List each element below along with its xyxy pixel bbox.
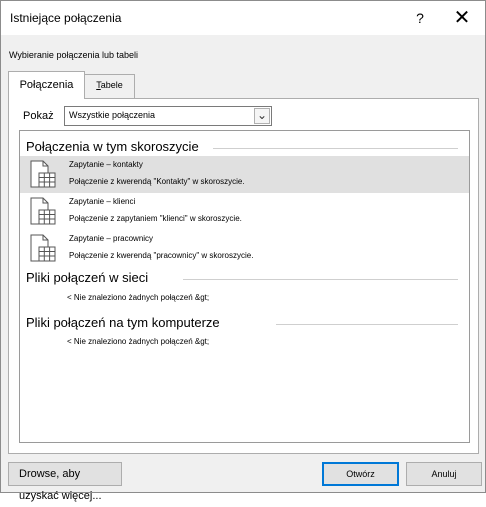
item-name: Zapytanie – klienci bbox=[69, 197, 136, 206]
show-dropdown[interactable]: Wszystkie połączenia ⌄ bbox=[64, 106, 272, 126]
window-title: Istniejące połączenia bbox=[10, 11, 122, 25]
show-label: Pokaż bbox=[23, 110, 54, 122]
table-connection-icon bbox=[30, 160, 56, 188]
connections-list[interactable]: Połączenia w tym skoroszycie Zapytanie –… bbox=[19, 130, 470, 443]
item-name: Zapytanie – pracownicy bbox=[69, 234, 154, 243]
tab-tables-label: abele bbox=[100, 80, 123, 90]
close-button[interactable]: ✕ bbox=[445, 6, 479, 30]
connections-panel: Pokaż Wszystkie połączenia ⌄ Połączenia … bbox=[8, 98, 479, 454]
show-dropdown-value: Wszystkie połączenia bbox=[69, 110, 156, 120]
existing-connections-dialog: Istniejące połączenia ? ✕ Wybieranie poł… bbox=[0, 0, 486, 502]
list-item[interactable]: Zapytanie – pracownicy Połączenie z kwer… bbox=[20, 230, 469, 267]
title-bar: Istniejące połączenia ? ✕ bbox=[1, 1, 485, 35]
cancel-button[interactable]: Anuluj bbox=[406, 462, 482, 486]
item-description: Połączenie z zapytaniem "klienci" w skor… bbox=[69, 214, 242, 223]
group-title-workbook: Połączenia w tym skoroszycie bbox=[26, 139, 199, 154]
item-description: Połączenie z kwerendą "Kontakty" w skoro… bbox=[69, 177, 245, 186]
group-divider bbox=[183, 279, 458, 280]
browse-button[interactable]: Drowse, aby uzyskać więcej... bbox=[8, 462, 122, 502]
empty-message: < Nie znaleziono żadnych połączeń &gt; bbox=[67, 337, 210, 346]
group-title-computer: Pliki połączeń na tym komputerze bbox=[26, 315, 220, 330]
group-title-network: Pliki połączeń w sieci bbox=[26, 270, 149, 285]
item-description: Połączenie z kwerendą "pracownicy" w sko… bbox=[69, 251, 254, 260]
list-item[interactable]: Zapytanie – klienci Połączenie z zapytan… bbox=[20, 193, 469, 230]
help-button[interactable]: ? bbox=[403, 6, 437, 30]
item-name: Zapytanie – kontakty bbox=[69, 160, 143, 169]
tab-tables[interactable]: Tabele bbox=[85, 74, 135, 98]
group-divider bbox=[213, 148, 458, 149]
empty-message: < Nie znaleziono żadnych połączeń &gt; bbox=[67, 293, 210, 302]
chevron-down-icon[interactable]: ⌄ bbox=[254, 108, 270, 124]
tab-connections[interactable]: Połączenia bbox=[8, 71, 85, 99]
list-item[interactable]: Zapytanie – kontakty Połączenie z kweren… bbox=[20, 156, 469, 193]
group-divider bbox=[276, 324, 458, 325]
dialog-subtitle: Wybieranie połączenia lub tabeli bbox=[9, 50, 138, 60]
table-connection-icon bbox=[30, 197, 56, 225]
table-connection-icon bbox=[30, 234, 56, 262]
open-button[interactable]: Otwórz bbox=[322, 462, 399, 486]
